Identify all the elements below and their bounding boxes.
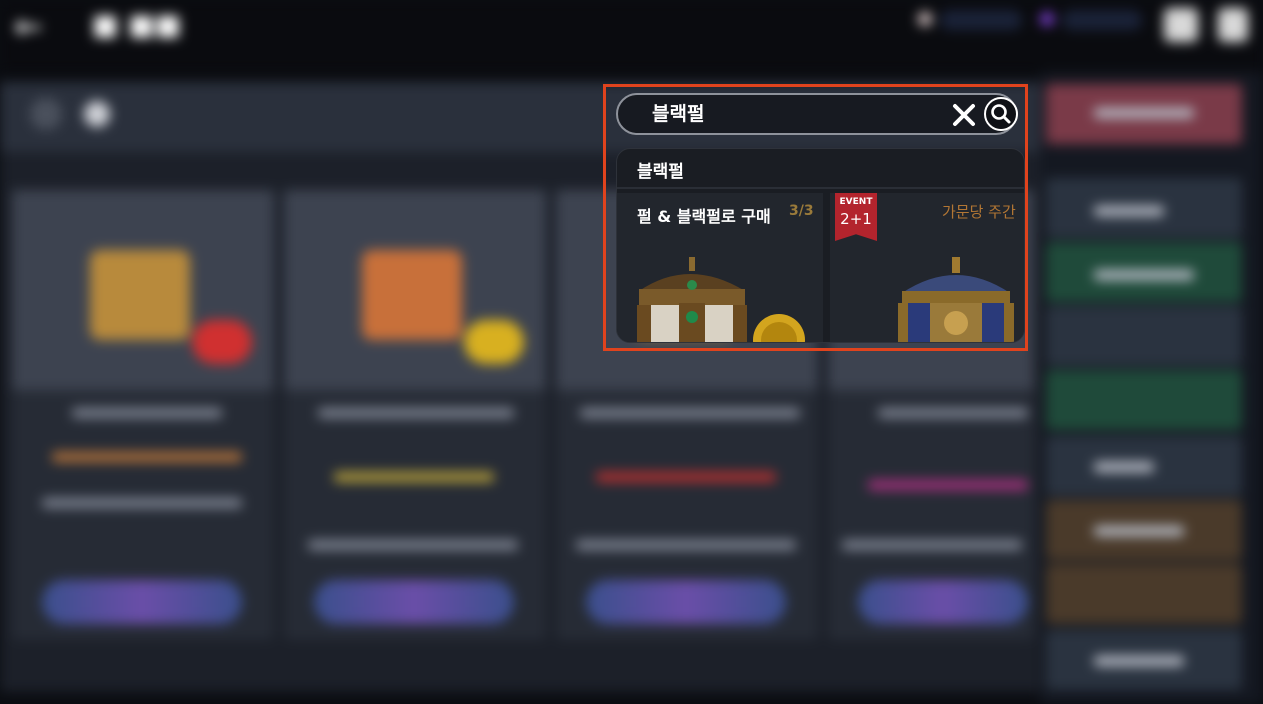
- sidebar-label: [1094, 270, 1194, 280]
- exit-icon[interactable]: [1218, 8, 1248, 42]
- search-input[interactable]: 블랙펄: [616, 93, 1018, 135]
- sidebar-item[interactable]: [1046, 370, 1242, 430]
- buy-button[interactable]: [858, 580, 1028, 624]
- coin-icon: [192, 320, 252, 364]
- search-results-dropdown: 블랙펄 3/3 펄 & 블랙펄로 구매 EVENT 2+1 가문당 주간: [616, 148, 1025, 343]
- sidebar-item[interactable]: [1046, 564, 1242, 624]
- product-card[interactable]: [12, 190, 274, 640]
- app-screen: ← ■ ■■ 블랙펄 블랙펄 3/3 펄 & 블랙펄로 구매 EVENT 2+1…: [0, 0, 1263, 704]
- sidebar-label: [1094, 656, 1184, 666]
- buy-button[interactable]: [586, 580, 786, 624]
- search-icon[interactable]: [984, 97, 1018, 131]
- purchase-count: 3/3: [789, 203, 814, 219]
- product-desc: [576, 540, 796, 550]
- product-desc: [308, 540, 518, 550]
- result-shop: 가문당 주간: [942, 203, 1016, 221]
- result-card[interactable]: EVENT 2+1 가문당 주간: [830, 193, 1024, 342]
- result-card[interactable]: 3/3 펄 & 블랙펄로 구매: [617, 193, 823, 342]
- product-price: [334, 472, 494, 482]
- buy-button[interactable]: [314, 580, 514, 624]
- page-title: ■ ■■: [92, 8, 182, 41]
- search-query[interactable]: 블랙펄: [652, 102, 704, 126]
- filter-icon[interactable]: [84, 101, 110, 127]
- sidebar-label: [1094, 206, 1164, 216]
- gem-icon: [918, 12, 932, 26]
- chest-icon: [90, 250, 190, 340]
- product-desc: [842, 540, 1022, 550]
- product-desc: [42, 498, 242, 508]
- product-price: [596, 472, 776, 482]
- product-name: [878, 408, 1028, 418]
- sidebar-label: [1094, 462, 1154, 472]
- event-value: 2+1: [840, 210, 872, 228]
- result-title: 펄 & 블랙펄로 구매: [637, 207, 771, 226]
- chest-icon: [898, 257, 1014, 342]
- search-suggestion[interactable]: 블랙펄: [617, 149, 1024, 189]
- chest-icon: [637, 257, 805, 342]
- currency-pill: [1062, 10, 1142, 30]
- sidebar-item[interactable]: [1046, 306, 1242, 366]
- product-price: [868, 480, 1028, 490]
- coin-icon: [464, 320, 524, 364]
- search-overlay: 블랙펄 블랙펄 3/3 펄 & 블랙펄로 구매 EVENT 2+1 가문당 주간: [603, 84, 1028, 351]
- product-image: [12, 190, 274, 390]
- sidebar-label: [1094, 108, 1194, 118]
- product-name: [318, 408, 514, 418]
- event-ribbon: EVENT 2+1: [835, 193, 877, 241]
- buy-button[interactable]: [42, 580, 242, 624]
- gem-icon: [1040, 12, 1054, 26]
- chest-icon: [362, 250, 462, 340]
- back-arrow-icon[interactable]: ←: [14, 10, 54, 44]
- sidebar-label: [1094, 526, 1184, 536]
- suggestion-label: 블랙펄: [637, 162, 684, 182]
- inventory-icon[interactable]: [1164, 8, 1198, 42]
- product-price: [52, 452, 242, 462]
- currency-pill: [940, 10, 1022, 30]
- filter-icon[interactable]: [30, 98, 62, 130]
- product-card[interactable]: [284, 190, 546, 640]
- product-name: [72, 408, 222, 418]
- product-name: [580, 408, 800, 418]
- clear-icon[interactable]: [950, 101, 978, 129]
- event-tag: EVENT: [839, 197, 873, 207]
- product-image: [284, 190, 546, 390]
